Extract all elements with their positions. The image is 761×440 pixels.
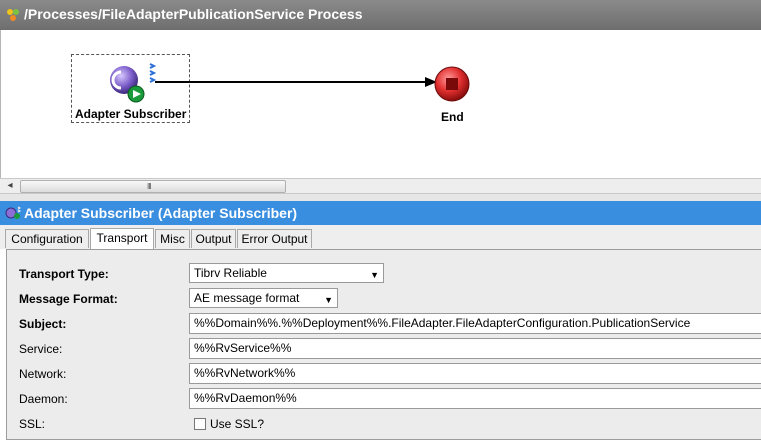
tab-error-output[interactable]: Error Output xyxy=(237,229,312,248)
process-title-bar: /Processes/FileAdapterPublicationService… xyxy=(0,0,761,30)
activity-title: Adapter Subscriber (Adapter Subscriber) xyxy=(24,205,298,221)
message-format-label: Message Format: xyxy=(19,292,118,306)
ssl-label: SSL: xyxy=(19,417,46,431)
tab-configuration[interactable]: Configuration xyxy=(5,229,89,248)
service-field[interactable]: %%RvService%% xyxy=(189,338,761,359)
subject-field[interactable]: %%Domain%%.%%Deployment%%.FileAdapter.Fi… xyxy=(189,313,761,334)
network-label: Network: xyxy=(19,367,67,381)
end-icon[interactable] xyxy=(433,65,471,103)
adapter-subscriber-small-icon xyxy=(5,206,21,219)
transition-arrow[interactable] xyxy=(155,76,440,90)
adapter-subscriber-label: Adapter Subscriber xyxy=(75,107,187,121)
splitter[interactable] xyxy=(0,194,761,201)
horizontal-scrollbar[interactable]: ◂ III xyxy=(0,178,761,194)
process-title: /Processes/FileAdapterPublicationService… xyxy=(24,6,363,22)
message-format-select[interactable]: AE message format ▼ xyxy=(189,288,338,308)
tab-misc[interactable]: Misc xyxy=(155,229,190,248)
scroll-left-arrow-icon[interactable]: ◂ xyxy=(2,179,18,193)
use-ssl-checkbox[interactable] xyxy=(194,418,206,430)
process-icon xyxy=(7,9,19,21)
tab-output[interactable]: Output xyxy=(191,229,236,248)
scrollbar-grip-icon: III xyxy=(147,182,152,191)
scrollbar-thumb[interactable]: III xyxy=(20,180,286,193)
service-label: Service: xyxy=(19,342,63,356)
transport-type-select[interactable]: Tibrv Reliable ▼ xyxy=(189,263,384,283)
network-field[interactable]: %%RvNetwork%% xyxy=(189,363,761,384)
adapter-subscriber-icon[interactable] xyxy=(108,62,160,106)
use-ssl-label[interactable]: Use SSL? xyxy=(210,417,264,431)
message-format-value: AE message format xyxy=(194,291,300,305)
tab-strip: Configuration Transport Misc Output Erro… xyxy=(0,225,761,249)
daemon-label: Daemon: xyxy=(19,392,68,406)
activity-title-bar: Adapter Subscriber (Adapter Subscriber) xyxy=(0,201,761,225)
transport-type-value: Tibrv Reliable xyxy=(194,266,267,280)
chevron-down-icon: ▼ xyxy=(370,270,379,280)
transport-type-label: Transport Type: xyxy=(19,267,109,281)
daemon-field[interactable]: %%RvDaemon%% xyxy=(189,388,761,409)
end-label: End xyxy=(441,110,464,124)
chevron-down-icon: ▼ xyxy=(324,295,333,305)
subject-label: Subject: xyxy=(19,317,67,331)
tab-transport[interactable]: Transport xyxy=(90,228,154,249)
